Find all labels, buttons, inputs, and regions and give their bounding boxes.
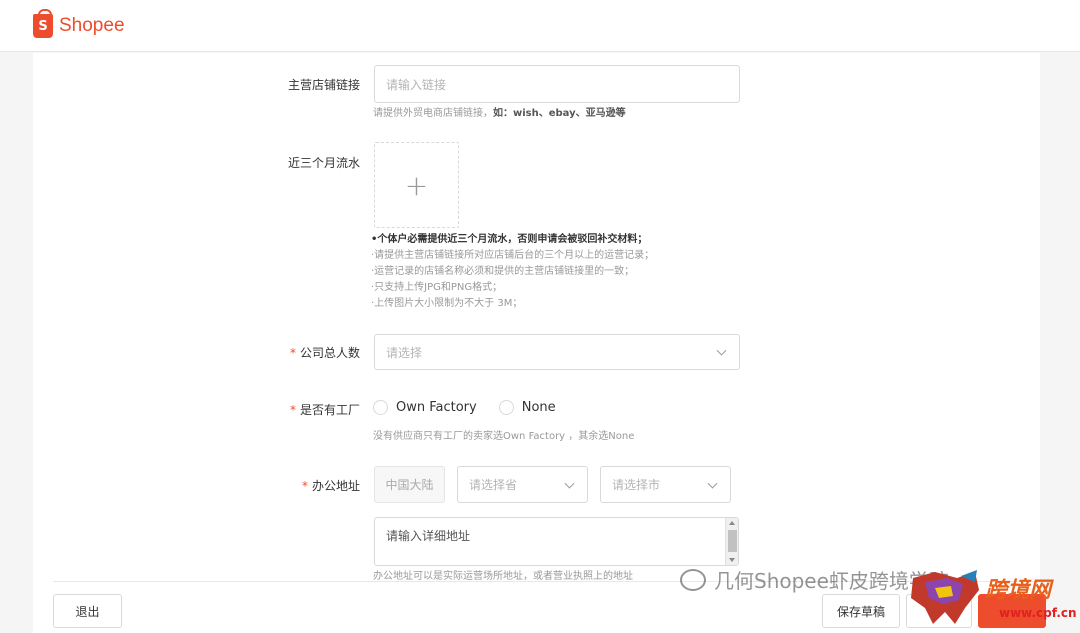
address-detail-textarea[interactable]: 请输入详细地址 bbox=[374, 517, 739, 566]
top-bar: S Shopee bbox=[0, 0, 1080, 52]
textarea-scrollbar[interactable] bbox=[725, 518, 738, 565]
required-mark: * bbox=[301, 479, 308, 493]
city-placeholder: 请选择市 bbox=[612, 478, 661, 492]
brand-name: Shopee bbox=[59, 15, 125, 36]
country-field: 中国大陆 bbox=[374, 466, 445, 503]
employees-select[interactable]: 请选择 bbox=[374, 334, 740, 370]
province-select[interactable]: 请选择省 bbox=[457, 466, 588, 503]
plus-icon: + bbox=[404, 168, 429, 202]
turnover-rule: ·请提供主营店铺链接所对应店铺后台的三个月以上的运营记录； bbox=[371, 250, 655, 261]
address-detail-placeholder: 请输入详细地址 bbox=[386, 529, 471, 543]
turnover-label: 近三个月流水 bbox=[287, 156, 360, 170]
save-draft-button[interactable]: 保存草稿 bbox=[822, 594, 900, 628]
required-mark: * bbox=[289, 403, 296, 417]
chevron-down-icon bbox=[707, 478, 718, 489]
factory-label: * 是否有工厂 bbox=[289, 403, 360, 417]
site-url: www.cpf.cn bbox=[999, 606, 1077, 620]
store-link-placeholder: 请输入链接 bbox=[386, 77, 447, 92]
site-name: 跨境网 bbox=[985, 578, 1052, 603]
province-placeholder: 请选择省 bbox=[469, 478, 518, 492]
factory-radio-group: Own Factory None bbox=[373, 400, 578, 415]
turnover-rule: ·上传图片大小限制为不大于 3M； bbox=[371, 298, 523, 309]
scroll-up-arrow-icon[interactable] bbox=[729, 521, 735, 525]
factory-hint: 没有供应商只有工厂的卖家选Own Factory ，其余选None bbox=[373, 431, 635, 442]
required-mark: * bbox=[289, 346, 296, 360]
scroll-down-arrow-icon[interactable] bbox=[729, 558, 735, 562]
factory-option-none[interactable]: None bbox=[498, 400, 556, 415]
exit-button[interactable]: 退出 bbox=[53, 594, 122, 628]
scroll-thumb[interactable] bbox=[728, 530, 737, 552]
chevron-down-icon bbox=[716, 345, 727, 356]
employees-label: * 公司总人数 bbox=[289, 346, 360, 360]
radio-circle-icon bbox=[373, 400, 388, 415]
address-label: * 办公地址 bbox=[301, 479, 360, 493]
store-link-input[interactable]: 请输入链接 bbox=[374, 65, 740, 103]
store-link-hint: 请提供外贸电商店铺链接，如：wish、ebay、亚马逊等 bbox=[373, 108, 626, 119]
city-select[interactable]: 请选择市 bbox=[600, 466, 731, 503]
form-panel: 主营店铺链接 请输入链接 请提供外贸电商店铺链接，如：wish、ebay、亚马逊… bbox=[33, 53, 1040, 633]
shopee-bag-icon: S bbox=[33, 9, 53, 38]
site-badge: 跨境网 www.cpf.cn bbox=[905, 568, 1077, 628]
shopee-logo[interactable]: S Shopee bbox=[33, 9, 125, 39]
turnover-rule: ·只支持上传JPG和PNG格式； bbox=[371, 282, 503, 293]
turnover-rule: ·运营记录的店铺名称必须和提供的主营店铺链接里的一致； bbox=[371, 266, 635, 277]
factory-option-own[interactable]: Own Factory bbox=[373, 400, 477, 415]
turnover-rule-required: •个体户必需提供近三个月流水，否则申请会被驳回补交材料； bbox=[371, 234, 648, 245]
bull-logo-icon bbox=[911, 570, 979, 624]
store-link-label: 主营店铺链接 bbox=[287, 78, 360, 92]
turnover-upload-button[interactable]: + bbox=[374, 142, 459, 228]
address-hint: 办公地址可以是实际运营场所地址，或者营业执照上的地址 bbox=[373, 571, 633, 582]
wechat-icon bbox=[680, 568, 706, 591]
radio-circle-icon bbox=[498, 400, 514, 415]
chevron-down-icon bbox=[564, 478, 575, 489]
employees-placeholder: 请选择 bbox=[386, 345, 423, 360]
